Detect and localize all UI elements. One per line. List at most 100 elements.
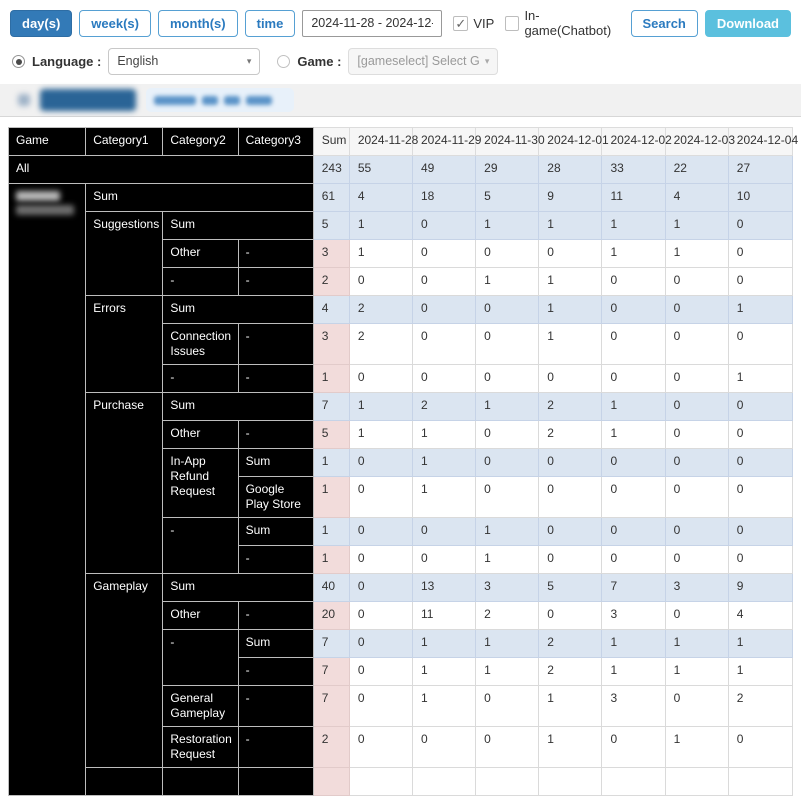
table-row: Gameplay Sum 40 0 13 3 5 7 3 9 — [9, 573, 794, 768]
value-cell: 0 — [348, 364, 413, 393]
category-cell: - — [237, 323, 314, 365]
language-select[interactable]: English ▾ — [108, 48, 261, 75]
language-radio[interactable] — [12, 55, 25, 68]
value-cell: 0 — [664, 364, 729, 393]
value-cell: 3 — [475, 573, 540, 602]
sum-cell: 40 — [312, 573, 350, 602]
value-cell: 1 — [475, 629, 540, 658]
radio-dot — [15, 58, 22, 65]
category-cell: Sum — [237, 629, 314, 658]
value-cell: 0 — [601, 295, 666, 324]
period-days-button[interactable]: day(s) — [10, 9, 73, 37]
value-cell: 0 — [538, 601, 603, 630]
value-cell: 0 — [348, 545, 413, 574]
value-cell: 1 — [601, 657, 666, 686]
value-cell: 2 — [475, 601, 540, 630]
col-header: Category3 — [237, 127, 314, 156]
value-cell: 0 — [664, 420, 729, 449]
value-cell: 4 — [348, 183, 413, 212]
sum-cell: 3 — [312, 323, 350, 365]
table-header: Game Category1 Category2 Category3 Sum 2024-1… — [7, 127, 798, 156]
value-cell: 0 — [727, 392, 794, 421]
value-cell: 0 — [348, 267, 413, 296]
category-cell: - — [237, 364, 314, 393]
top-toolbar: day(s) week(s) month(s) time ✓ VIP In-ga… — [0, 0, 801, 38]
category-cell: Sum — [85, 183, 314, 212]
col-header: 2024-12-02 — [601, 127, 672, 156]
value-cell: 4 — [727, 601, 794, 630]
col-header: 2024-12-03 — [664, 127, 735, 156]
value-cell: 1 — [727, 295, 794, 324]
value-cell: 0 — [475, 364, 540, 393]
value-cell: 0 — [348, 476, 413, 518]
value-cell: 0 — [664, 392, 729, 421]
category-cell — [237, 767, 314, 796]
value-cell: 1 — [348, 211, 413, 240]
value-cell: 0 — [411, 211, 477, 240]
sum-cell: 1 — [312, 545, 350, 574]
value-cell: 0 — [727, 517, 794, 546]
blurred-toolbar — [0, 84, 801, 117]
game-radio[interactable] — [277, 55, 291, 68]
sum-cell: 7 — [312, 392, 350, 421]
value-cell: 0 — [601, 476, 666, 518]
value-cell: 0 — [411, 267, 477, 296]
value-cell: 0 — [475, 323, 540, 365]
value-cell: 1 — [727, 629, 794, 658]
value-cell: 0 — [664, 448, 729, 477]
value-cell: 0 — [348, 629, 413, 658]
category-cell: - — [162, 517, 239, 574]
search-button[interactable]: Search — [630, 9, 698, 37]
category-cell: Sum — [162, 295, 314, 324]
period-months-button[interactable]: month(s) — [158, 9, 238, 37]
period-time-button[interactable]: time — [244, 9, 296, 37]
category-cell: - — [162, 629, 239, 686]
value-cell: 10 — [727, 183, 794, 212]
value-cell: 0 — [411, 517, 477, 546]
value-cell: 1 — [601, 211, 666, 240]
value-cell: 9 — [538, 183, 603, 212]
value-cell: 1 — [601, 420, 666, 449]
date-range-input[interactable] — [302, 9, 443, 37]
value-cell: 1 — [411, 657, 477, 686]
value-cell: 1 — [475, 545, 540, 574]
sum-cell: 1 — [312, 364, 350, 393]
value-cell: 0 — [411, 364, 477, 393]
report-table: Game Category1 Category2 Category3 Sum 2024-1… — [7, 127, 798, 796]
value-cell: 0 — [601, 448, 666, 477]
ingame-chatbot-label: In-game(Chatbot) — [524, 8, 612, 38]
value-cell: 1 — [475, 657, 540, 686]
value-cell: 33 — [601, 155, 666, 184]
value-cell: 0 — [601, 323, 666, 365]
value-cell: 1 — [727, 657, 794, 686]
value-cell — [664, 767, 729, 796]
period-weeks-button[interactable]: week(s) — [79, 9, 151, 37]
category-cell: Restoration Request — [162, 726, 239, 768]
value-cell: 0 — [538, 545, 603, 574]
value-cell: 0 — [664, 545, 729, 574]
blurred-tag-group — [146, 88, 294, 112]
value-cell: 11 — [601, 183, 666, 212]
value-cell: 0 — [475, 420, 540, 449]
game-select[interactable]: [gameselect] Select Game ▾ — [348, 48, 499, 75]
value-cell: 1 — [664, 239, 729, 268]
ingame-chatbot-checkbox[interactable] — [505, 15, 520, 31]
download-button[interactable]: Download — [704, 9, 791, 37]
category-cell: Sum — [162, 211, 314, 240]
category-cell: - — [162, 267, 239, 296]
category-cell: Gameplay — [85, 573, 164, 768]
value-cell: 28 — [538, 155, 603, 184]
sum-cell: 243 — [312, 155, 350, 184]
value-cell: 11 — [411, 601, 477, 630]
value-cell: 18 — [411, 183, 477, 212]
blurred-tag — [202, 95, 218, 105]
value-cell: 2 — [538, 420, 603, 449]
value-cell: 0 — [664, 517, 729, 546]
table-row: Sum 61 4 18 5 9 11 4 10 — [7, 183, 794, 796]
vip-checkbox[interactable]: ✓ — [453, 15, 469, 31]
value-cell: 0 — [411, 323, 477, 365]
value-cell — [411, 767, 477, 796]
category-cell: Other — [162, 239, 239, 268]
blurred-action-button[interactable] — [40, 89, 136, 111]
value-cell: 0 — [538, 239, 603, 268]
